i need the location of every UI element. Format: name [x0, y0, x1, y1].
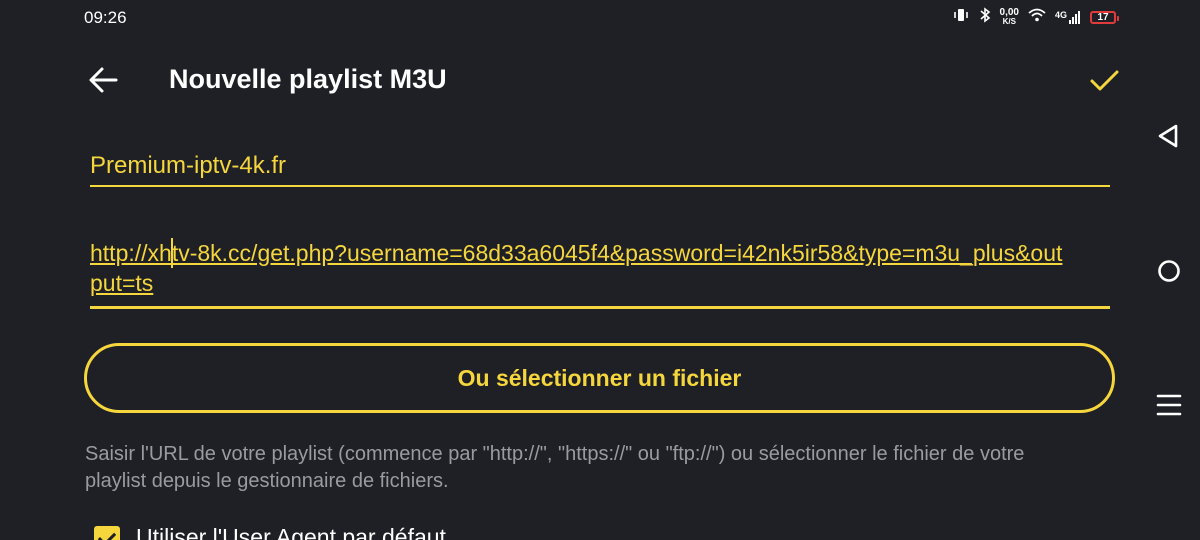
network-type: 4G [1054, 10, 1067, 20]
battery-level: 17 [1097, 11, 1109, 23]
system-nav-bar [1140, 0, 1200, 540]
menu-lines-icon[interactable] [1154, 390, 1184, 420]
vibrate-icon [952, 7, 970, 28]
select-file-label: Ou sélectionner un fichier [457, 364, 742, 391]
playlist-name-field[interactable]: Premium-iptv-4k.fr [90, 147, 1110, 187]
status-icons: 0,00 K/S 4G 17 [952, 6, 1119, 28]
page-title: Nouvelle playlist M3U [169, 64, 447, 94]
bluetooth-icon [979, 6, 991, 28]
text-caret [171, 238, 173, 268]
user-agent-option[interactable]: Utiliser l'User Agent par défaut [94, 524, 446, 540]
battery-icon: 17 [1090, 10, 1119, 24]
network-speed: 0,00 K/S [999, 7, 1019, 27]
home-circle-icon[interactable] [1154, 256, 1184, 286]
playlist-url-value: http://xhtv-8k.cc/get.php?username=68d33… [90, 238, 1065, 298]
app-bar: Nouvelle playlist M3U [0, 52, 1140, 108]
playlist-name-value: Premium-iptv-4k.fr [90, 152, 287, 179]
help-text: Saisir l'URL de votre playlist (commence… [85, 443, 1025, 492]
status-time: 09:26 [84, 8, 127, 27]
speed-unit: K/S [1002, 17, 1016, 26]
status-bar: 09:26 0,00 K/S 4G 17 [0, 0, 1200, 36]
speed-value: 0,00 [999, 7, 1019, 18]
playlist-url-text: http://xhtv-8k.cc/get.php?username=68d33… [90, 240, 1063, 296]
user-agent-checkbox[interactable] [94, 526, 120, 540]
user-agent-label: Utiliser l'User Agent par défaut [136, 524, 446, 540]
playlist-url-field[interactable]: http://xhtv-8k.cc/get.php?username=68d33… [90, 238, 1110, 309]
arrow-left-icon[interactable] [88, 66, 118, 94]
select-file-button[interactable]: Ou sélectionner un fichier [84, 343, 1115, 413]
signal-icon: 4G [1055, 10, 1081, 24]
check-icon[interactable] [1088, 64, 1120, 96]
back-triangle-icon[interactable] [1154, 121, 1184, 151]
wifi-icon [1028, 8, 1046, 27]
app-screen: 09:26 0,00 K/S 4G 17 Nouvelle playlist M… [0, 0, 1200, 540]
